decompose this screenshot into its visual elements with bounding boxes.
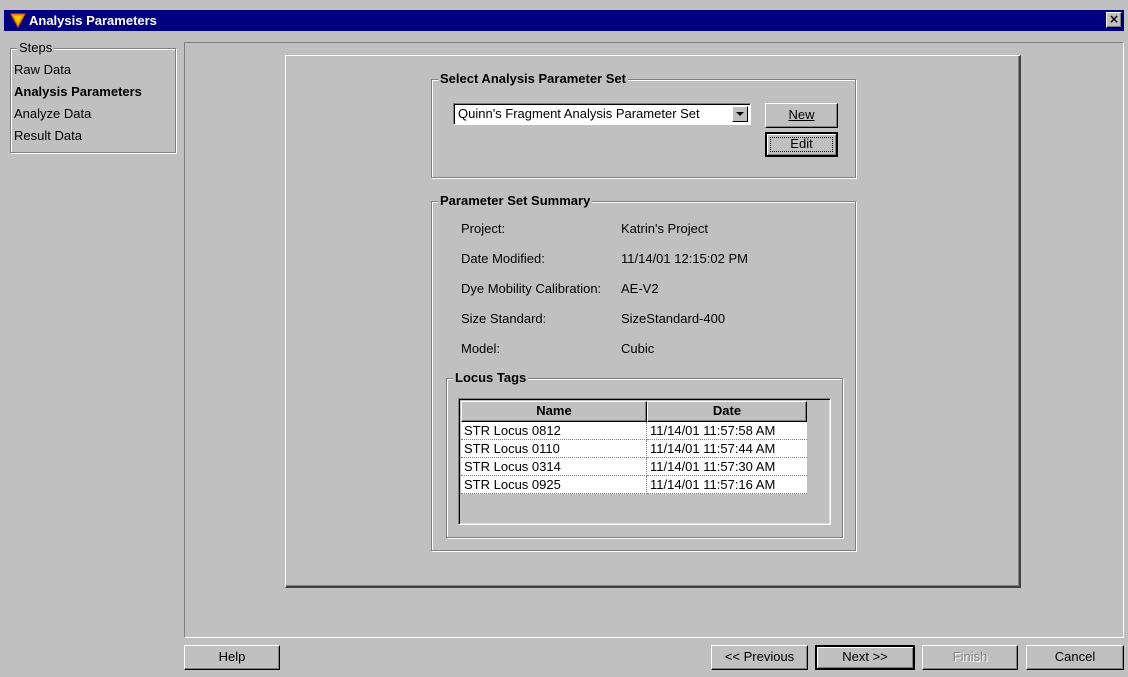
step-analysis-parameters[interactable]: Analysis Parameters: [14, 84, 142, 100]
next-button[interactable]: Next >>: [815, 645, 915, 670]
finish-button: Finish: [922, 645, 1018, 670]
cell-name: STR Locus 0110: [461, 440, 647, 458]
parameter-set-value: Quinn's Fragment Analysis Parameter Set: [458, 106, 700, 121]
summary-label-size-standard: Size Standard:: [461, 311, 547, 326]
summary-value-dye-mobility: AE-V2: [621, 281, 659, 296]
summary-legend: Parameter Set Summary: [438, 193, 593, 209]
summary-label-dye-mobility: Dye Mobility Calibration:: [461, 281, 602, 296]
help-button-label: Help: [218, 649, 246, 664]
step-result-data[interactable]: Result Data: [14, 128, 82, 144]
cell-name: STR Locus 0314: [461, 458, 647, 476]
cell-date: 11/14/01 11:57:16 AM: [647, 476, 807, 494]
step-raw-data[interactable]: Raw Data: [14, 62, 71, 78]
cell-date: 11/14/01 11:57:30 AM: [647, 458, 807, 476]
summary-value-date-modified: 11/14/01 12:15:02 PM: [621, 251, 748, 266]
next-button-label: Next >>: [842, 649, 888, 664]
locus-tags-table[interactable]: Name Date STR Locus 0812 11/14/01 11:57:…: [458, 398, 831, 525]
window-title: Analysis Parameters: [29, 13, 157, 28]
locus-tags-legend: Locus Tags: [453, 370, 529, 386]
cancel-button[interactable]: Cancel: [1026, 645, 1124, 670]
summary-label-model: Model:: [461, 341, 501, 356]
steps-legend: Steps: [17, 40, 55, 56]
previous-button-label: << Previous: [724, 649, 795, 664]
window-titlebar: Analysis Parameters ×: [0, 0, 1128, 32]
summary-label-project: Project:: [461, 221, 506, 236]
select-set-group: Select Analysis Parameter Set: [431, 71, 856, 178]
finish-button-label: Finish: [952, 649, 988, 664]
parameter-set-dropdown[interactable]: Quinn's Fragment Analysis Parameter Set: [453, 103, 751, 125]
focus-ring: [770, 137, 833, 152]
new-button-label: New: [788, 107, 815, 122]
summary-value-size-standard: SizeStandard-400: [621, 311, 726, 326]
close-icon: ×: [1108, 12, 1120, 26]
summary-value-project: Katrin's Project: [621, 221, 709, 236]
help-button[interactable]: Help: [184, 645, 280, 670]
column-header-date[interactable]: Date: [647, 401, 807, 422]
select-set-legend: Select Analysis Parameter Set: [438, 71, 628, 87]
summary-value-model: Cubic: [621, 341, 655, 356]
table-row[interactable]: STR Locus 0812 11/14/01 11:57:58 AM: [461, 422, 807, 440]
column-header-name[interactable]: Name: [461, 401, 647, 422]
edit-button[interactable]: Edit: [765, 132, 838, 157]
summary-label-date-modified: Date Modified:: [461, 251, 545, 266]
titlebar-strip: Analysis Parameters ×: [4, 10, 1124, 31]
table-row[interactable]: STR Locus 0925 11/14/01 11:57:16 AM: [461, 476, 807, 494]
app-icon: [10, 13, 26, 28]
step-analyze-data[interactable]: Analyze Data: [14, 106, 91, 122]
new-button[interactable]: New: [765, 103, 838, 128]
close-button[interactable]: ×: [1106, 12, 1122, 28]
chevron-down-icon[interactable]: [732, 106, 748, 122]
cell-date: 11/14/01 11:57:44 AM: [647, 440, 807, 458]
cancel-button-label: Cancel: [1054, 649, 1096, 664]
cell-date: 11/14/01 11:57:58 AM: [647, 422, 807, 440]
cell-name: STR Locus 0925: [461, 476, 647, 494]
table-row[interactable]: STR Locus 0110 11/14/01 11:57:44 AM: [461, 440, 807, 458]
previous-button[interactable]: << Previous: [711, 645, 808, 670]
table-row[interactable]: STR Locus 0314 11/14/01 11:57:30 AM: [461, 458, 807, 476]
cell-name: STR Locus 0812: [461, 422, 647, 440]
